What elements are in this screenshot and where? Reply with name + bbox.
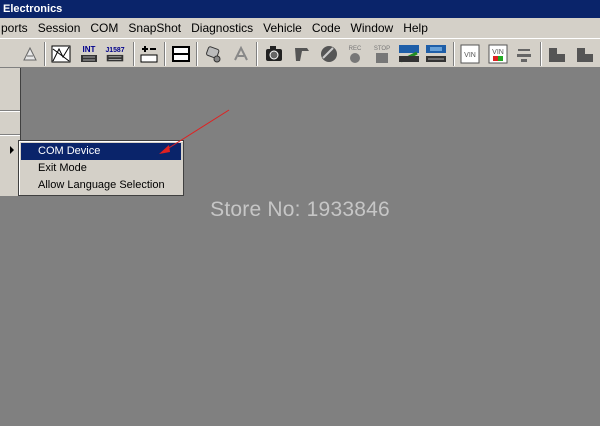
- annotation-arrow-icon: [159, 109, 230, 154]
